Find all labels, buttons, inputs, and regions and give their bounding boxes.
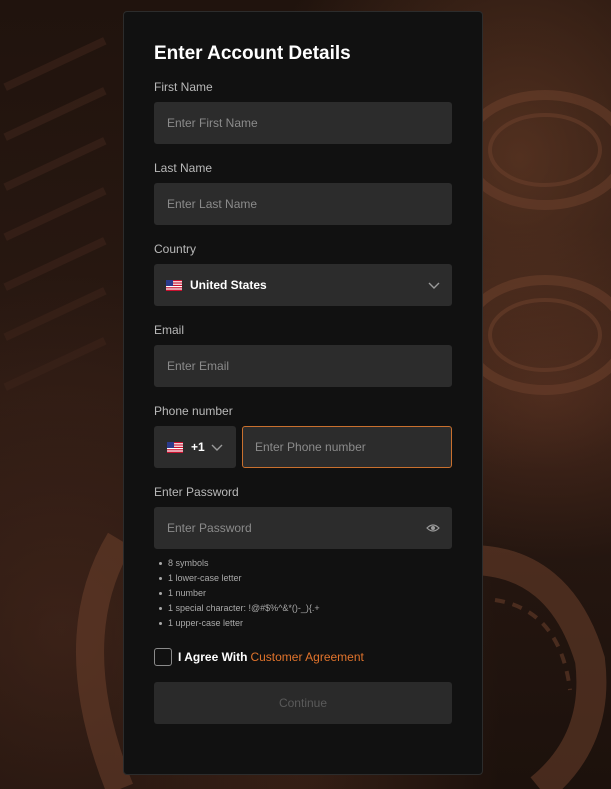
password-rule: 1 number [158,586,452,601]
phone-field: Phone number +1 [154,404,452,468]
email-label: Email [154,323,185,337]
first-name-input[interactable] [154,102,452,144]
continue-button[interactable]: Continue [154,682,452,724]
password-rule: 1 lower-case letter [158,571,452,586]
country-field: Country United States [154,242,452,306]
chevron-down-icon [211,444,223,451]
last-name-field: Last Name [154,161,452,225]
first-name-label: First Name [154,80,213,94]
password-label: Enter Password [154,485,239,499]
eye-icon[interactable] [426,522,440,534]
last-name-input[interactable] [154,183,452,225]
country-label: Country [154,242,197,256]
phone-label: Phone number [154,404,233,418]
us-flag-icon [166,279,182,291]
email-input[interactable] [154,345,452,387]
us-flag-icon [167,441,183,453]
phone-country-code-select[interactable]: +1 [154,426,236,468]
password-rule: 1 upper-case letter [158,616,452,631]
password-rules-list: 8 symbols 1 lower-case letter 1 number 1… [158,556,452,631]
account-details-card: Enter Account Details First Name Last Na… [123,11,483,775]
country-selected-value: United States [190,278,267,292]
phone-number-input[interactable] [242,426,452,468]
agreement-row: I Agree With Customer Agreement [154,648,452,666]
email-field: Email [154,323,452,387]
agreement-checkbox[interactable] [154,648,172,666]
country-select[interactable]: United States [154,264,452,306]
chevron-down-icon [428,282,440,289]
password-input[interactable] [154,507,452,549]
first-name-field: First Name [154,80,452,144]
phone-row: +1 [154,426,452,468]
customer-agreement-link[interactable]: Customer Agreement [250,650,363,664]
phone-code-value: +1 [191,440,205,454]
password-rule: 8 symbols [158,556,452,571]
form-title: Enter Account Details [154,43,351,64]
password-rule: 1 special character: !@#$%^&*()-_){.+ [158,601,452,616]
password-field: Enter Password 8 symbols 1 lower-case le… [154,485,452,631]
password-wrapper [154,507,452,549]
agreement-text: I Agree With [178,650,248,664]
last-name-label: Last Name [154,161,213,175]
